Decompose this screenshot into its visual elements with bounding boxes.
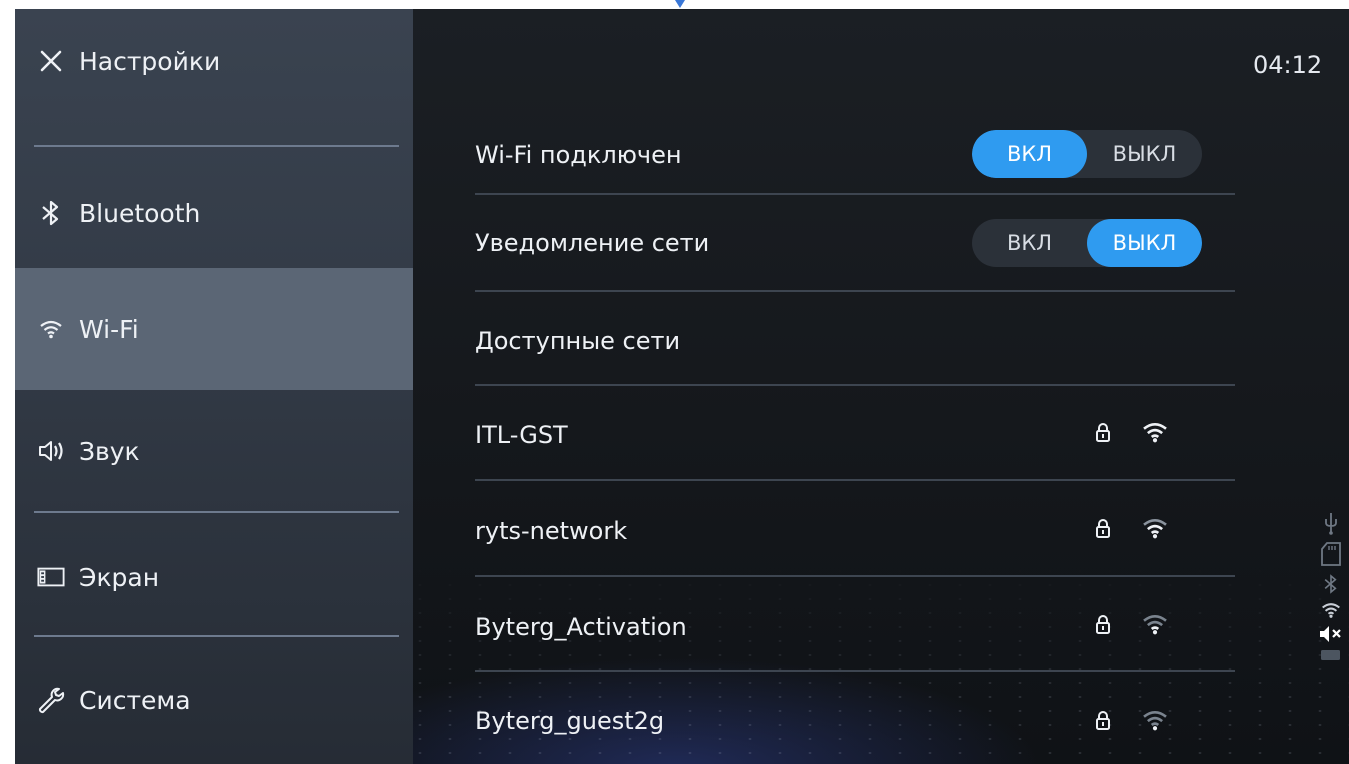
network-notification-toggle[interactable]: ВКЛ ВЫКЛ (972, 219, 1202, 267)
sidebar-item-label: Bluetooth (79, 198, 201, 228)
sd-card-icon (1316, 541, 1346, 567)
wifi-icon (37, 315, 65, 343)
divider (34, 511, 399, 513)
status-icon-column (1316, 511, 1346, 667)
top-indicator-arrow (675, 0, 685, 8)
lock-icon (1096, 519, 1110, 538)
bluetooth-icon (37, 199, 65, 227)
available-networks-label: Доступные сети (475, 327, 681, 355)
wifi-signal-icon (1143, 710, 1167, 731)
wifi-on-option[interactable]: ВКЛ (972, 130, 1087, 178)
divider (475, 479, 1235, 481)
network-ssid: ryts-network (475, 517, 628, 545)
screen-icon (37, 563, 65, 591)
divider (475, 290, 1235, 292)
sidebar-item-wifi[interactable]: Wi-Fi (15, 268, 413, 390)
sidebar: Настройки Bluetooth Wi-Fi Звук Экран Сис… (15, 9, 413, 764)
bluetooth-status-icon (1316, 573, 1346, 595)
sidebar-item-label: Звук (79, 436, 140, 466)
network-status-icons (1095, 613, 1169, 635)
network-ssid: ITL-GST (475, 421, 568, 449)
lock-icon (1096, 423, 1110, 442)
wifi-signal-icon (1143, 614, 1167, 635)
available-networks-header: Доступные сети (475, 303, 1235, 379)
sidebar-item-system[interactable]: Система (15, 645, 413, 755)
divider (475, 193, 1235, 195)
wrench-icon (37, 686, 65, 714)
mute-icon (1316, 625, 1346, 643)
network-notification-label: Уведомление сети (475, 229, 710, 257)
wifi-signal-icon (1143, 422, 1167, 443)
divider (475, 384, 1235, 386)
lock-icon (1096, 711, 1110, 730)
sidebar-item-label: Система (79, 685, 191, 715)
wifi-signal-icon (1143, 518, 1167, 539)
network-ssid: Byterg_Activation (475, 613, 687, 641)
speaker-icon (37, 437, 65, 465)
notification-off-option[interactable]: ВЫКЛ (1087, 219, 1202, 267)
wifi-connected-toggle[interactable]: ВКЛ ВЫКЛ (972, 130, 1202, 178)
network-status-icons (1095, 421, 1169, 443)
settings-header: Настройки (15, 35, 413, 87)
battery-icon (1316, 649, 1346, 661)
sidebar-item-label: Экран (79, 562, 160, 592)
divider (475, 575, 1235, 577)
divider (34, 635, 399, 637)
sidebar-item-sound[interactable]: Звук (15, 391, 413, 511)
usb-icon (1316, 511, 1346, 535)
wifi-connected-label: Wi-Fi подключен (475, 141, 682, 169)
settings-screen: Настройки Bluetooth Wi-Fi Звук Экран Сис… (15, 9, 1349, 764)
wifi-off-option[interactable]: ВЫКЛ (1087, 130, 1202, 178)
divider (34, 145, 399, 147)
wifi-status-icon (1316, 601, 1346, 619)
close-icon[interactable] (37, 47, 65, 75)
sidebar-item-bluetooth[interactable]: Bluetooth (15, 159, 413, 267)
notification-on-option[interactable]: ВКЛ (972, 219, 1087, 267)
page-title: Настройки (79, 46, 221, 76)
sidebar-item-screen[interactable]: Экран (15, 523, 413, 631)
lock-icon (1096, 615, 1110, 634)
network-status-icons (1095, 517, 1169, 539)
status-clock: 04:12 (1253, 51, 1323, 79)
network-status-icons (1095, 709, 1169, 731)
sidebar-item-label: Wi-Fi (79, 314, 139, 344)
network-ssid: Byterg_guest2g (475, 707, 665, 735)
divider (475, 670, 1235, 672)
